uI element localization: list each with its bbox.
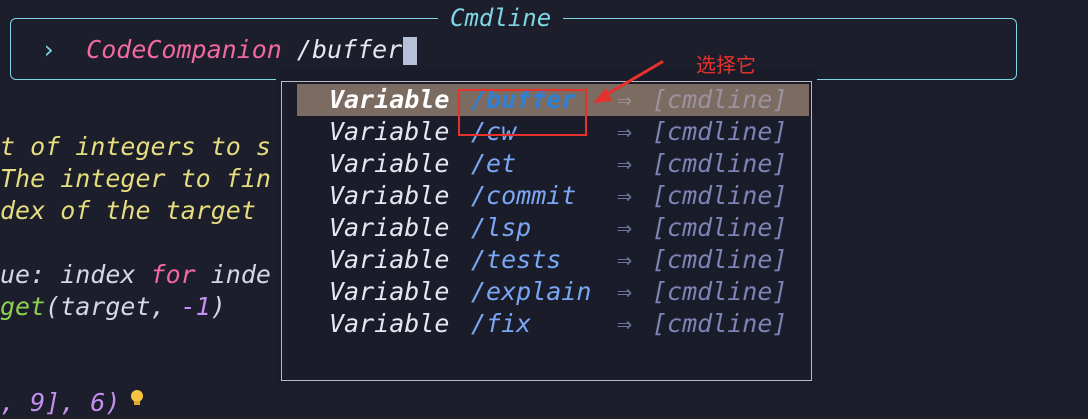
lightbulb-icon[interactable]	[128, 389, 146, 407]
annotation-arrow-icon	[593, 60, 664, 103]
